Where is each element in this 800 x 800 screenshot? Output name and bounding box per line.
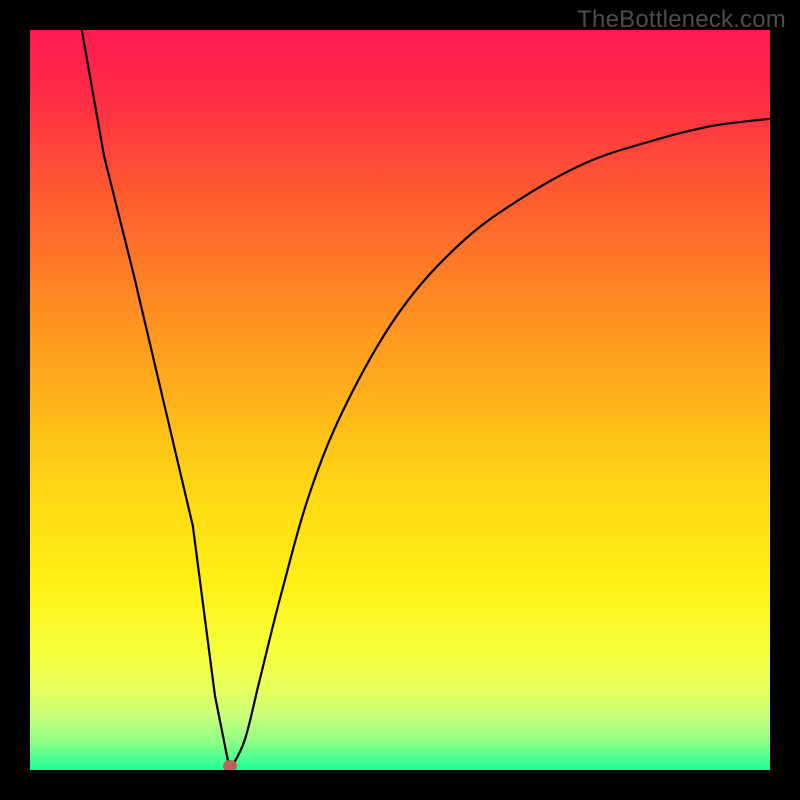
plot-area bbox=[30, 30, 770, 770]
watermark-text: TheBottleneck.com bbox=[577, 6, 786, 34]
optimum-marker bbox=[223, 760, 237, 770]
chart-frame: TheBottleneck.com bbox=[0, 0, 800, 800]
bottleneck-curve bbox=[30, 30, 770, 770]
